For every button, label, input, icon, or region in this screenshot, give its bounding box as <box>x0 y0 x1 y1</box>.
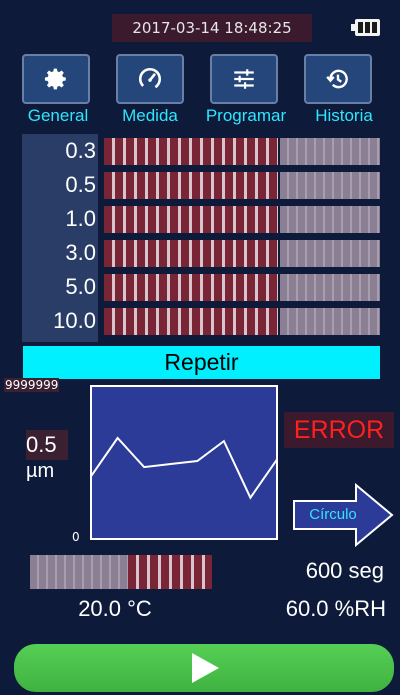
selected-size-unit: µm <box>26 460 55 482</box>
gauge-icon <box>138 67 162 91</box>
datetime-display: 2017-03-14 18:48:25 <box>112 14 312 42</box>
start-button[interactable] <box>14 644 394 692</box>
size-bar-rest <box>280 172 380 199</box>
size-bar-rest <box>280 138 380 165</box>
size-label-4: 5.0 <box>65 274 96 299</box>
gear-icon <box>44 68 66 90</box>
size-bar-fill <box>104 206 278 233</box>
nav-programar-label: Programar <box>205 106 287 125</box>
sliders-icon <box>234 69 254 89</box>
duration-readout: 600 seg <box>305 558 384 583</box>
nav-historia-label: Historia <box>315 106 373 125</box>
size-bar-4 <box>104 274 380 301</box>
nav-general-button[interactable] <box>22 54 90 104</box>
size-bar-fill <box>104 308 278 335</box>
temperature-readout: 20.0 °C <box>78 596 152 621</box>
mode-banner[interactable]: Repetir <box>23 346 380 379</box>
size-bar-0 <box>104 138 380 165</box>
error-status: ERROR <box>284 412 394 448</box>
graph-y-min: 0 <box>72 530 80 544</box>
battery-full-icon <box>351 19 380 36</box>
selected-size[interactable]: 0.5 µm <box>12 430 82 500</box>
sample-progress-bar <box>30 555 212 589</box>
size-label-3: 3.0 <box>65 240 96 265</box>
nav-medida-button[interactable] <box>116 54 184 104</box>
size-bar-fill <box>104 172 278 199</box>
humidity-readout: 60.0 %RH <box>285 596 386 621</box>
trend-chart <box>90 385 278 540</box>
play-icon <box>192 653 219 683</box>
cycle-label: Círculo <box>309 506 357 523</box>
nav-historia-button[interactable] <box>304 54 372 104</box>
size-label-1: 0.5 <box>65 172 96 197</box>
size-label-0: 0.3 <box>65 138 96 163</box>
progress-done <box>30 555 128 589</box>
nav-programar-button[interactable] <box>210 54 278 104</box>
history-icon <box>326 69 348 89</box>
size-label-5: 10.0 <box>53 308 96 333</box>
size-bar-fill <box>104 138 278 165</box>
progress-remaining <box>128 555 212 589</box>
size-bar-5 <box>104 308 380 335</box>
size-bar-rest <box>280 240 380 267</box>
graph-y-max: 9999999 <box>4 378 60 392</box>
size-bar-rest <box>280 206 380 233</box>
selected-size-value: 0.5 <box>26 430 68 460</box>
size-bar-rest <box>280 274 380 301</box>
size-bar-1 <box>104 172 380 199</box>
size-bar-2 <box>104 206 380 233</box>
nav-general-label: General <box>27 106 89 125</box>
size-bar-fill <box>104 274 278 301</box>
size-bar-fill <box>104 240 278 267</box>
nav-medida-label: Medida <box>122 106 178 125</box>
size-bar-rest <box>280 308 380 335</box>
size-bar-3 <box>104 240 380 267</box>
size-label-2: 1.0 <box>65 206 96 231</box>
